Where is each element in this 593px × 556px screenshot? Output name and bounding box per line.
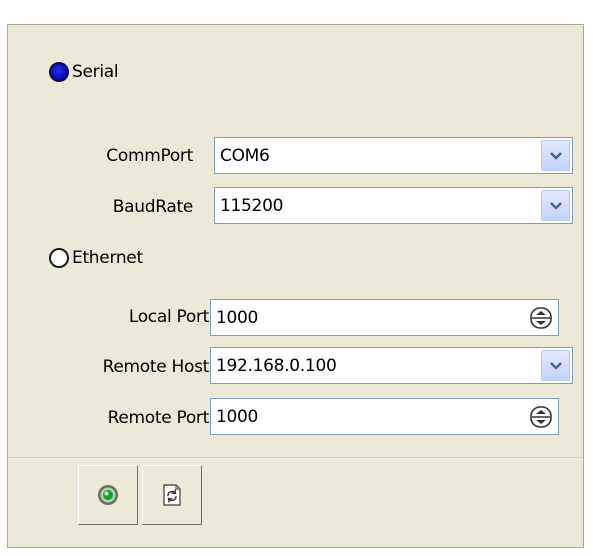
settings-panel: Serial CommPort COM6 BaudRate 115200 Eth… <box>7 24 584 548</box>
chevron-down-icon <box>549 361 562 370</box>
remote-host-label: Remote Host <box>102 357 210 377</box>
remote-host-value: 192.168.0.100 <box>216 355 337 376</box>
chevron-down-icon <box>549 201 562 210</box>
connect-button[interactable] <box>78 465 138 525</box>
local-port-spin-buttons[interactable] <box>527 304 555 332</box>
baudrate-dropdown[interactable]: 115200 <box>214 187 573 224</box>
ethernet-radio-option[interactable]: Ethernet <box>49 248 143 268</box>
local-port-label: Local Port <box>128 307 209 327</box>
ethernet-label: Ethernet <box>72 248 143 268</box>
commport-label: CommPort <box>106 146 193 166</box>
spin-updown-icon <box>530 405 552 428</box>
remote-port-spin-buttons[interactable] <box>527 403 555 431</box>
baudrate-label: BaudRate <box>112 197 194 217</box>
refresh-button[interactable] <box>142 465 202 525</box>
remote-port-value: 1000 <box>216 406 259 427</box>
commport-dropdown[interactable]: COM6 <box>214 137 573 174</box>
spin-updown-icon <box>530 306 552 329</box>
local-port-value: 1000 <box>216 307 259 328</box>
serial-label: Serial <box>72 62 119 82</box>
serial-radio[interactable] <box>49 62 69 82</box>
remote-host-dropdown[interactable]: 192.168.0.100 <box>210 347 573 384</box>
toolbar <box>8 457 583 548</box>
connection-group: Serial CommPort COM6 BaudRate 115200 Eth… <box>21 37 573 459</box>
baudrate-value: 115200 <box>220 195 284 216</box>
local-port-spinner[interactable]: 1000 <box>210 299 559 336</box>
remote-port-spinner[interactable]: 1000 <box>210 398 559 435</box>
commport-value: COM6 <box>220 145 270 166</box>
remote-host-dropdown-button[interactable] <box>541 350 570 381</box>
baudrate-dropdown-button[interactable] <box>541 190 570 221</box>
connect-icon <box>98 485 118 505</box>
remote-port-label: Remote Port <box>107 408 210 428</box>
serial-radio-option[interactable]: Serial <box>49 62 119 82</box>
ethernet-radio[interactable] <box>49 248 69 268</box>
chevron-down-icon <box>549 151 562 160</box>
commport-dropdown-button[interactable] <box>541 140 570 171</box>
refresh-icon <box>163 484 181 506</box>
